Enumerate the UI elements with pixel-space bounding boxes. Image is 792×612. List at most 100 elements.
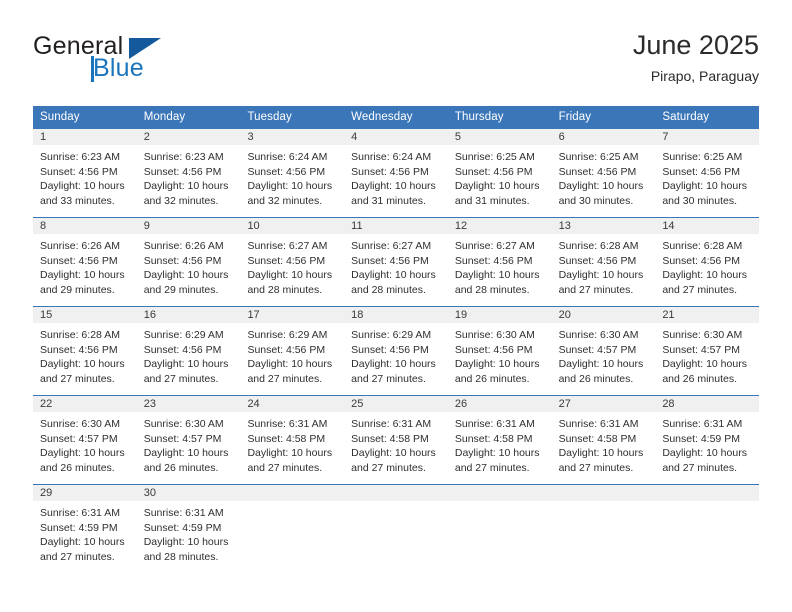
day-of-week-header-row: Sunday Monday Tuesday Wednesday Thursday…	[33, 106, 759, 129]
day-cell[interactable]: 16 Sunrise: 6:29 AM Sunset: 4:56 PM Dayl…	[136, 307, 241, 395]
day-number: 3	[247, 131, 254, 143]
day-cell[interactable]: 5 Sunrise: 6:25 AM Sunset: 4:56 PM Dayli…	[447, 129, 552, 217]
day-cell[interactable]: 9 Sunrise: 6:26 AM Sunset: 4:56 PM Dayli…	[136, 218, 241, 306]
sunrise-line: Sunrise: 6:30 AM	[143, 418, 224, 430]
sunrise-line: Sunrise: 6:23 AM	[40, 151, 120, 163]
day-details: Sunrise: 6:28 AM Sunset: 4:56 PM Dayligh…	[552, 234, 656, 306]
daylight-line-1: Daylight: 10 hours	[143, 447, 229, 459]
sunrise-line: Sunrise: 6:31 AM	[662, 418, 743, 430]
day-number: 7	[662, 131, 669, 143]
daylight-line-1: Daylight: 10 hours	[143, 180, 229, 192]
daylight-line-2: and 26 minutes.	[143, 461, 219, 474]
day-cell[interactable]: 6 Sunrise: 6:25 AM Sunset: 4:56 PM Dayli…	[551, 129, 656, 217]
day-cell[interactable]: 7 Sunrise: 6:25 AM Sunset: 4:56 PM Dayli…	[655, 129, 760, 217]
sunrise-line: Sunrise: 6:29 AM	[247, 329, 328, 341]
day-cell[interactable]: 24 Sunrise: 6:31 AM Sunset: 4:58 PM Dayl…	[240, 396, 345, 484]
daylight-line-2: and 26 minutes.	[40, 461, 115, 474]
day-details: Sunrise: 6:27 AM Sunset: 4:56 PM Dayligh…	[240, 234, 344, 306]
sunset-line: Sunset: 4:56 PM	[454, 343, 533, 356]
sunset-line: Sunset: 4:59 PM	[143, 521, 222, 534]
day-details: Sunrise: 6:31 AM Sunset: 4:58 PM Dayligh…	[240, 412, 344, 484]
day-details: Sunrise: 6:30 AM Sunset: 4:57 PM Dayligh…	[137, 412, 241, 484]
daylight-line-1: Daylight: 10 hours	[454, 358, 540, 370]
day-details: Sunrise: 6:27 AM Sunset: 4:56 PM Dayligh…	[448, 234, 552, 306]
day-details: Sunrise: 6:25 AM Sunset: 4:56 PM Dayligh…	[448, 145, 552, 217]
day-cell[interactable]: 12 Sunrise: 6:27 AM Sunset: 4:56 PM Dayl…	[447, 218, 552, 306]
daylight-line-2: and 27 minutes.	[662, 461, 738, 474]
day-details: Sunrise: 6:30 AM Sunset: 4:57 PM Dayligh…	[33, 412, 137, 484]
day-details: Sunrise: 6:30 AM Sunset: 4:56 PM Dayligh…	[448, 323, 552, 395]
sunrise-line: Sunrise: 6:31 AM	[143, 507, 224, 519]
day-details: Sunrise: 6:28 AM Sunset: 4:56 PM Dayligh…	[655, 234, 759, 306]
day-number: 13	[558, 220, 571, 232]
day-cell[interactable]: 14 Sunrise: 6:28 AM Sunset: 4:56 PM Dayl…	[655, 218, 760, 306]
day-cell[interactable]: 18 Sunrise: 6:29 AM Sunset: 4:56 PM Dayl…	[344, 307, 448, 395]
sunset-line: Sunset: 4:56 PM	[143, 343, 222, 356]
daylight-line-2: and 27 minutes.	[40, 550, 115, 563]
daylight-line-2: and 30 minutes.	[558, 194, 634, 207]
daylight-line-1: Daylight: 10 hours	[351, 269, 436, 281]
dow-monday: Monday	[143, 111, 186, 123]
brand-logo[interactable]: General Blue	[33, 32, 253, 92]
day-cell[interactable]: 15 Sunrise: 6:28 AM Sunset: 4:56 PM Dayl…	[33, 307, 137, 395]
daylight-line-1: Daylight: 10 hours	[454, 269, 540, 281]
day-details: Sunrise: 6:25 AM Sunset: 4:56 PM Dayligh…	[655, 145, 759, 217]
sunset-line: Sunset: 4:56 PM	[662, 254, 740, 267]
day-cell[interactable]: 30 Sunrise: 6:31 AM Sunset: 4:59 PM Dayl…	[136, 485, 241, 573]
sunset-line: Sunset: 4:56 PM	[40, 254, 118, 267]
calendar-grid: Sunday Monday Tuesday Wednesday Thursday…	[33, 106, 760, 573]
day-cell[interactable]: 20 Sunrise: 6:30 AM Sunset: 4:57 PM Dayl…	[551, 307, 656, 395]
daylight-line-2: and 27 minutes.	[247, 372, 323, 385]
day-number: 14	[662, 220, 675, 232]
daylight-line-2: and 27 minutes.	[558, 283, 634, 296]
day-cell[interactable]: 27 Sunrise: 6:31 AM Sunset: 4:58 PM Dayl…	[551, 396, 656, 484]
day-cell[interactable]: 4 Sunrise: 6:24 AM Sunset: 4:56 PM Dayli…	[344, 129, 448, 217]
day-details: Sunrise: 6:31 AM Sunset: 4:58 PM Dayligh…	[552, 412, 656, 484]
day-cell[interactable]: 25 Sunrise: 6:31 AM Sunset: 4:58 PM Dayl…	[344, 396, 448, 484]
day-cell[interactable]: 8 Sunrise: 6:26 AM Sunset: 4:56 PM Dayli…	[33, 218, 137, 306]
sunrise-line: Sunrise: 6:31 AM	[558, 418, 639, 430]
sunset-line: Sunset: 4:58 PM	[558, 432, 637, 445]
daylight-line-2: and 28 minutes.	[351, 283, 426, 296]
daylight-line-2: and 29 minutes.	[40, 283, 115, 296]
daylight-line-2: and 28 minutes.	[454, 283, 530, 296]
daylight-line-1: Daylight: 10 hours	[40, 269, 125, 281]
daylight-line-2: and 27 minutes.	[662, 283, 738, 296]
day-cell[interactable]: 1 Sunrise: 6:23 AM Sunset: 4:56 PM Dayli…	[33, 129, 137, 217]
day-cell[interactable]: 21 Sunrise: 6:30 AM Sunset: 4:57 PM Dayl…	[655, 307, 760, 395]
brand-name-blue: Blue	[93, 54, 144, 82]
day-cell[interactable]: 2 Sunrise: 6:23 AM Sunset: 4:56 PM Dayli…	[136, 129, 241, 217]
daylight-line-1: Daylight: 10 hours	[454, 180, 540, 192]
daylight-line-2: and 27 minutes.	[558, 461, 634, 474]
sunset-line: Sunset: 4:56 PM	[40, 165, 118, 178]
day-number: 24	[247, 398, 260, 410]
daylight-line-1: Daylight: 10 hours	[247, 180, 333, 192]
day-cell[interactable]: 13 Sunrise: 6:28 AM Sunset: 4:56 PM Dayl…	[551, 218, 656, 306]
day-cell[interactable]: 11 Sunrise: 6:27 AM Sunset: 4:56 PM Dayl…	[344, 218, 448, 306]
daylight-line-1: Daylight: 10 hours	[247, 269, 333, 281]
day-cell[interactable]: 28 Sunrise: 6:31 AM Sunset: 4:59 PM Dayl…	[655, 396, 760, 484]
day-cell[interactable]: 19 Sunrise: 6:30 AM Sunset: 4:56 PM Dayl…	[447, 307, 552, 395]
sunrise-line: Sunrise: 6:30 AM	[454, 329, 535, 341]
day-number: 8	[40, 220, 47, 232]
day-number: 9	[143, 220, 150, 232]
day-details: Sunrise: 6:26 AM Sunset: 4:56 PM Dayligh…	[137, 234, 241, 306]
day-cell[interactable]: 10 Sunrise: 6:27 AM Sunset: 4:56 PM Dayl…	[240, 218, 345, 306]
day-cell[interactable]: 3 Sunrise: 6:24 AM Sunset: 4:56 PM Dayli…	[240, 129, 345, 217]
sunrise-line: Sunrise: 6:26 AM	[143, 240, 224, 252]
daylight-line-1: Daylight: 10 hours	[558, 447, 644, 459]
sunrise-line: Sunrise: 6:24 AM	[351, 151, 432, 163]
week-row: 29 Sunrise: 6:31 AM Sunset: 4:59 PM Dayl…	[33, 484, 760, 573]
day-number: 26	[454, 398, 468, 410]
sunset-line: Sunset: 4:58 PM	[247, 432, 326, 445]
sunset-line: Sunset: 4:56 PM	[558, 254, 637, 267]
day-number: 30	[143, 487, 156, 499]
day-cell[interactable]: 26 Sunrise: 6:31 AM Sunset: 4:58 PM Dayl…	[447, 396, 552, 484]
daylight-line-1: Daylight: 10 hours	[247, 447, 333, 459]
day-cell[interactable]: 17 Sunrise: 6:29 AM Sunset: 4:56 PM Dayl…	[240, 307, 345, 395]
day-details: Sunrise: 6:24 AM Sunset: 4:56 PM Dayligh…	[240, 145, 344, 217]
day-cell[interactable]: 23 Sunrise: 6:30 AM Sunset: 4:57 PM Dayl…	[136, 396, 241, 484]
day-cell[interactable]: 22 Sunrise: 6:30 AM Sunset: 4:57 PM Dayl…	[33, 396, 137, 484]
day-cell[interactable]: 29 Sunrise: 6:31 AM Sunset: 4:59 PM Dayl…	[33, 485, 137, 573]
sunrise-line: Sunrise: 6:25 AM	[662, 151, 743, 163]
